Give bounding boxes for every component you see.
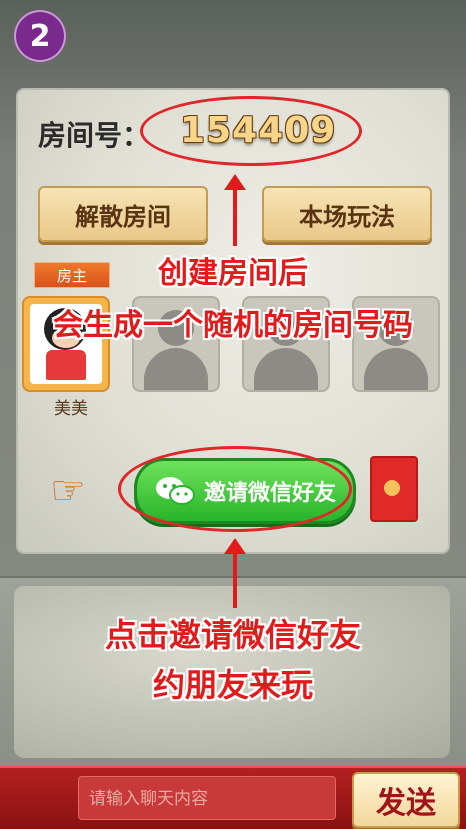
step-number-badge: 2 — [14, 10, 66, 62]
invite-button-highlight — [118, 446, 352, 532]
room-rules-button[interactable]: 本场玩法 — [262, 186, 432, 242]
room-number-label: 房间号： — [38, 119, 151, 152]
annotation-bottom-line1: 点击邀请微信好友 — [104, 616, 361, 654]
send-button[interactable]: 发送 — [352, 772, 460, 828]
red-packet-icon[interactable] — [370, 456, 418, 522]
annotation-top-line2: 会生成一个随机的房间号码 — [53, 308, 413, 343]
room-number-highlight — [140, 96, 362, 166]
annotation-bottom-line2: 约朋友来玩 — [152, 666, 313, 704]
chat-input-bar: 请输入聊天内容 发送 — [0, 766, 466, 829]
annotation-top-line1: 创建房间后 — [158, 256, 308, 291]
dismiss-room-button[interactable]: 解散房间 — [38, 186, 208, 242]
chat-message-input[interactable]: 请输入聊天内容 — [78, 776, 336, 820]
host-name: 美美 — [54, 399, 88, 419]
arrow-line — [233, 188, 237, 246]
pointing-hand-icon: ☞ — [50, 468, 86, 514]
arrow-line — [233, 552, 237, 608]
